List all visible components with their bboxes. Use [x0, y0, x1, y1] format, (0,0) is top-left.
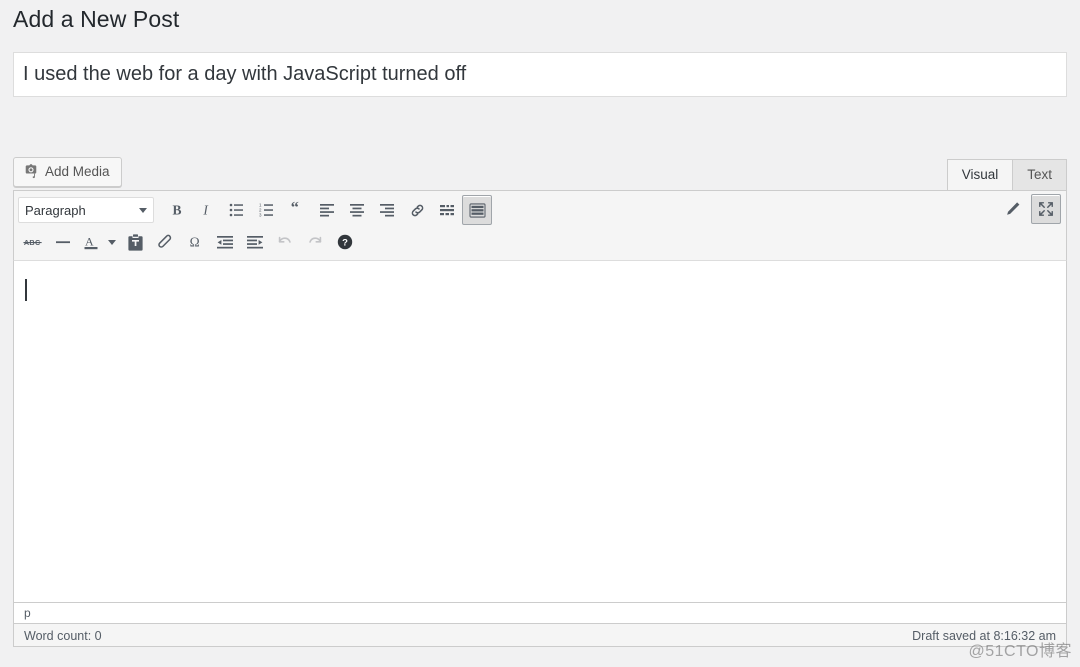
- link-icon: [409, 202, 426, 219]
- svg-text:“: “: [291, 201, 299, 217]
- draft-saved-status: Draft saved at 8:16:32 am: [912, 629, 1056, 643]
- editor-mode-tabs: Visual Text: [946, 158, 1067, 191]
- format-select[interactable]: Paragraph: [18, 197, 154, 223]
- fullscreen-icon: [1038, 201, 1054, 217]
- align-center-icon: [349, 202, 365, 218]
- outdent-button[interactable]: [210, 227, 240, 257]
- numbered-list-icon: 1 2 3: [259, 202, 275, 218]
- strikethrough-button[interactable]: ABC: [18, 227, 48, 257]
- word-count-label: Word count: 0: [24, 629, 102, 643]
- align-right-icon: [379, 202, 395, 218]
- element-path-bar[interactable]: p: [13, 602, 1067, 623]
- bold-icon: B: [168, 201, 186, 219]
- bulleted-list-button[interactable]: [222, 195, 252, 225]
- toolbar-toggle-button[interactable]: [462, 195, 492, 225]
- horizontal-rule-icon: [55, 234, 71, 250]
- svg-text:Ω: Ω: [190, 235, 200, 250]
- help-icon: ?: [337, 234, 353, 250]
- tab-text[interactable]: Text: [1012, 158, 1067, 190]
- editor-toolbar: Paragraph B I 1 2 3 “ ABC A Ω ?: [13, 190, 1067, 261]
- editor-status-bar: Word count: 0 Draft saved at 8:16:32 am: [13, 623, 1067, 647]
- read-more-button[interactable]: [432, 195, 462, 225]
- undo-button[interactable]: [270, 227, 300, 257]
- outdent-icon: [217, 234, 233, 250]
- toolbar-toggle-icon: [468, 202, 486, 218]
- align-center-button[interactable]: [342, 195, 372, 225]
- paste-as-text-icon: [127, 233, 143, 251]
- wordpress-post-editor-page: Add a New Post Add Media Visual Text: [0, 0, 1080, 667]
- text-color-icon: A: [83, 234, 99, 251]
- special-character-button[interactable]: Ω: [180, 227, 210, 257]
- text-color-button[interactable]: A: [78, 227, 104, 257]
- editor-content-area[interactable]: [13, 261, 1067, 602]
- pencil-button[interactable]: [997, 194, 1027, 224]
- help-button[interactable]: ?: [330, 227, 360, 257]
- horizontal-rule-button[interactable]: [48, 227, 78, 257]
- add-media-icon: [23, 163, 39, 182]
- numbered-list-button[interactable]: 1 2 3: [252, 195, 282, 225]
- align-left-button[interactable]: [312, 195, 342, 225]
- paste-as-text-button[interactable]: [120, 227, 150, 257]
- redo-icon: [306, 233, 324, 251]
- svg-text:B: B: [173, 203, 182, 218]
- svg-text:3: 3: [259, 213, 262, 218]
- svg-text:I: I: [202, 203, 209, 218]
- svg-text:?: ?: [342, 238, 348, 249]
- align-left-icon: [319, 202, 335, 218]
- toolbar-row-2: ABC A Ω ?: [18, 226, 1062, 258]
- fullscreen-button[interactable]: [1031, 194, 1061, 224]
- redo-button[interactable]: [300, 227, 330, 257]
- italic-icon: I: [198, 201, 216, 219]
- post-editor: Add Media Visual Text Paragraph B I 1 2 …: [13, 152, 1067, 647]
- read-more-icon: [439, 202, 455, 218]
- bulleted-list-icon: [229, 202, 245, 218]
- text-color-dropdown-button[interactable]: [104, 227, 120, 257]
- post-title-field-wrapper: [13, 52, 1067, 97]
- align-right-button[interactable]: [372, 195, 402, 225]
- undo-icon: [276, 233, 294, 251]
- add-media-label: Add Media: [45, 164, 110, 180]
- page-title: Add a New Post: [13, 6, 180, 32]
- text-cursor: [25, 279, 27, 301]
- blockquote-icon: “: [288, 201, 306, 219]
- indent-button[interactable]: [240, 227, 270, 257]
- post-title-input[interactable]: [13, 52, 1067, 97]
- chevron-down-icon: [139, 207, 147, 213]
- chevron-down-icon: [108, 239, 116, 245]
- italic-button[interactable]: I: [192, 195, 222, 225]
- pencil-icon: [1004, 201, 1021, 218]
- clear-formatting-icon: [157, 234, 174, 251]
- blockquote-button[interactable]: “: [282, 195, 312, 225]
- indent-icon: [247, 234, 263, 250]
- tab-visual[interactable]: Visual: [946, 158, 1014, 191]
- editor-top-row: Add Media Visual Text: [13, 152, 1067, 191]
- toolbar-right-group: [997, 194, 1061, 224]
- toolbar-row-1: Paragraph B I 1 2 3 “: [18, 194, 1062, 226]
- special-character-icon: Ω: [186, 233, 204, 251]
- format-select-value: Paragraph: [25, 202, 86, 218]
- add-media-button[interactable]: Add Media: [13, 157, 122, 187]
- strikethrough-icon: ABC: [23, 235, 43, 249]
- svg-text:A: A: [85, 234, 94, 248]
- link-button[interactable]: [402, 195, 432, 225]
- bold-button[interactable]: B: [162, 195, 192, 225]
- clear-formatting-button[interactable]: [150, 227, 180, 257]
- element-path-value: p: [24, 606, 31, 620]
